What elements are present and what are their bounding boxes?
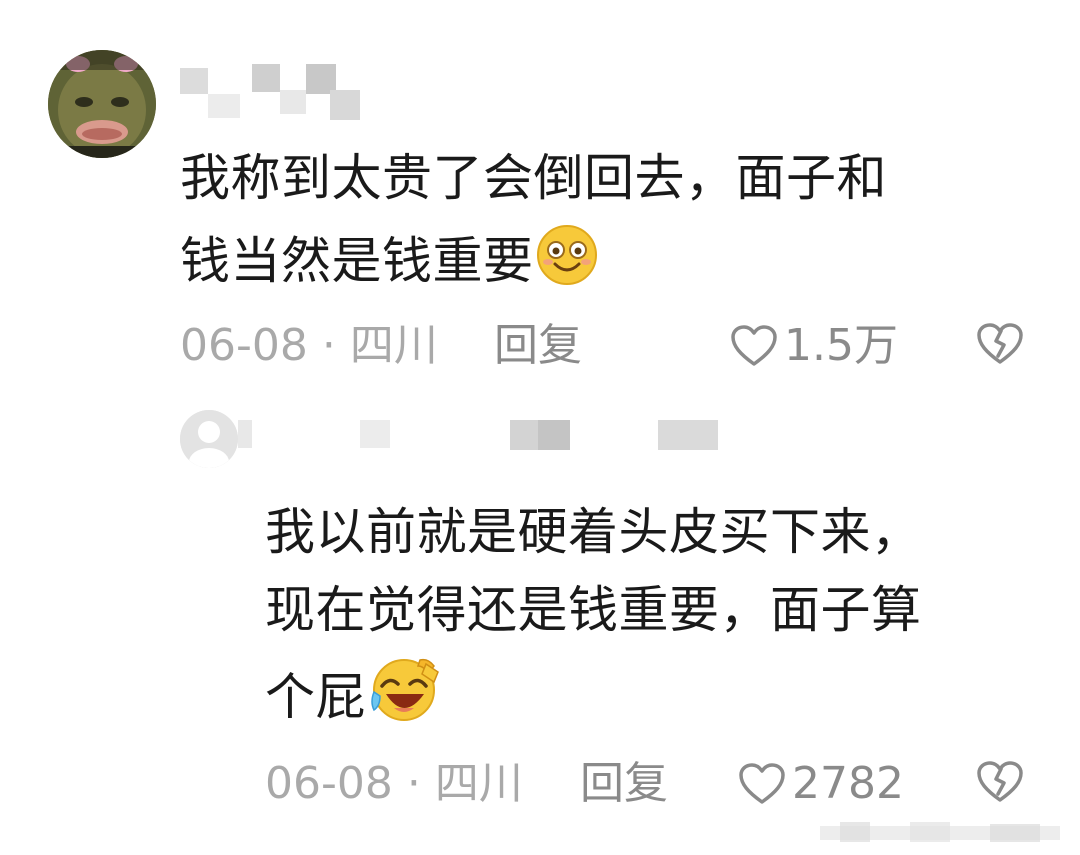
reply-separator: · <box>406 758 421 809</box>
comment-location: 四川 <box>349 320 438 371</box>
comment-separator: · <box>321 320 336 371</box>
like-count: 1.5万 <box>784 320 898 371</box>
reply-text-line-3: 个屁 <box>265 668 366 726</box>
comment-text-line-2: 钱当然是钱重要 <box>180 232 534 290</box>
reply-text-end: 个屁 <box>265 656 440 737</box>
avatar[interactable] <box>48 50 156 158</box>
reply-reply-button[interactable]: 回复 <box>580 756 668 812</box>
smile-emoji-icon <box>536 224 598 301</box>
reply-button[interactable]: 回复 <box>494 318 582 374</box>
reply-like-count: 2782 <box>792 758 904 809</box>
laugh-cry-emoji-icon <box>368 656 440 737</box>
reply-text-continued: 现在觉得还是钱重要，面子算 <box>265 578 922 642</box>
dislike-button[interactable] <box>976 322 1024 366</box>
reply-avatar[interactable] <box>180 410 238 468</box>
reply-text-line-1: 我以前就是硬着头皮买下来， <box>265 503 922 561</box>
reply-date: 06-08 <box>265 758 393 809</box>
comment-date: 06-08 <box>180 320 308 371</box>
reply-meta: 06-08 · 四川 <box>265 756 523 812</box>
like-button[interactable]: 1.5万 <box>730 318 898 374</box>
heart-icon <box>730 324 778 368</box>
broken-heart-icon <box>976 322 1024 366</box>
watermark <box>820 816 1070 846</box>
comment-text-line-1: 我称到太贵了会倒回去，面子和 <box>180 149 887 207</box>
reply-location: 四川 <box>434 758 523 809</box>
reply-username-censored <box>238 414 728 454</box>
broken-heart-icon <box>976 760 1024 804</box>
comment-meta: 06-08 · 四川 <box>180 318 438 374</box>
reply-text: 我以前就是硬着头皮买下来， <box>265 500 922 564</box>
reply-text-line-2: 现在觉得还是钱重要，面子算 <box>265 581 922 639</box>
reply-like-button[interactable]: 2782 <box>738 756 904 812</box>
comment-text: 我称到太贵了会倒回去，面子和 <box>180 146 887 210</box>
reply-dislike-button[interactable] <box>976 760 1024 804</box>
heart-icon <box>738 762 786 806</box>
username-censored <box>180 60 365 120</box>
comment-text-continued: 钱当然是钱重要 <box>180 224 598 301</box>
